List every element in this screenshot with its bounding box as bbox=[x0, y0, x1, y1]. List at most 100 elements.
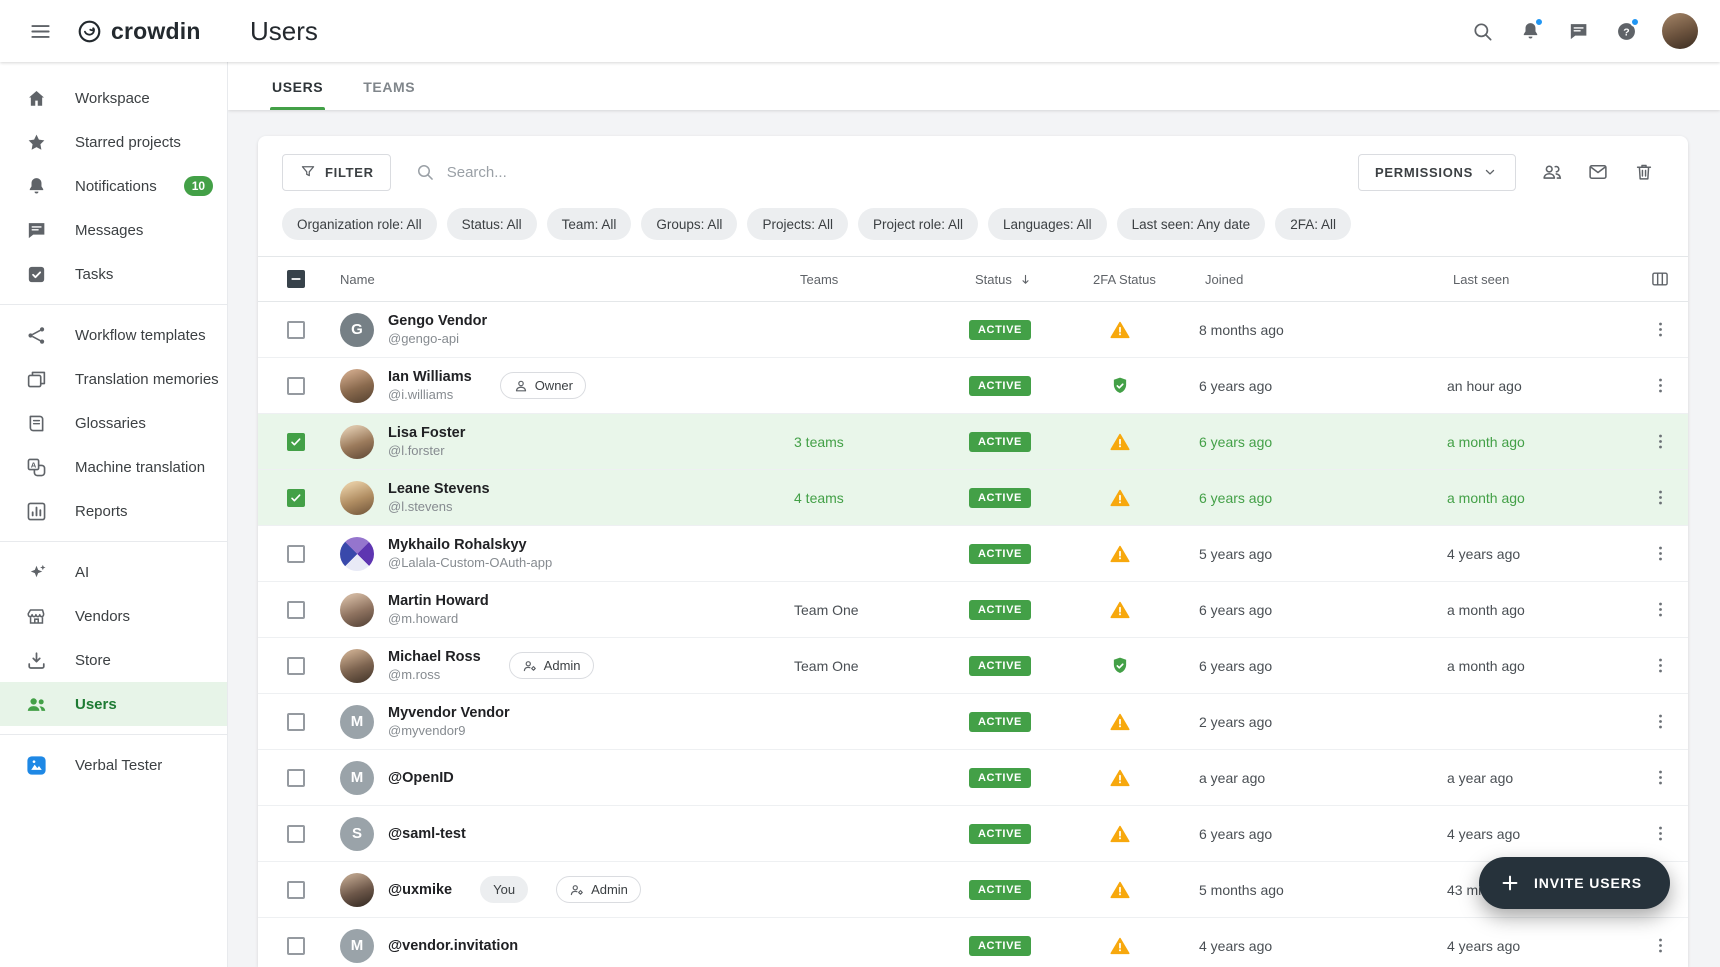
row-menu-icon[interactable] bbox=[1642, 928, 1678, 964]
sidebar-item-messages[interactable]: Messages bbox=[0, 208, 227, 252]
row-checkbox[interactable] bbox=[287, 489, 305, 507]
sidebar-item-workspace[interactable]: Workspace bbox=[0, 76, 227, 120]
sidebar-item-notifications[interactable]: Notifications10 bbox=[0, 164, 227, 208]
teams-cell[interactable]: Team One bbox=[794, 602, 969, 618]
table-row[interactable]: Michael Ross@m.rossAdmin Team One ACTIVE… bbox=[258, 638, 1688, 694]
column-header-joined[interactable]: Joined bbox=[1199, 272, 1447, 287]
invite-users-button[interactable]: INVITE USERS bbox=[1479, 857, 1670, 909]
row-menu-icon[interactable] bbox=[1642, 536, 1678, 572]
menu-icon[interactable] bbox=[20, 11, 60, 51]
row-menu-icon[interactable] bbox=[1642, 424, 1678, 460]
column-header-2fa[interactable]: 2FA Status bbox=[1087, 272, 1199, 287]
column-header-name[interactable]: Name bbox=[334, 272, 794, 287]
table-row[interactable]: @uxmikeYouAdmin ACTIVE 5 months ago 43 m… bbox=[258, 862, 1688, 918]
filter-chip-languages[interactable]: Languages: All bbox=[988, 208, 1107, 240]
filter-chip-status[interactable]: Status: All bbox=[447, 208, 537, 240]
help-icon[interactable] bbox=[1606, 11, 1646, 51]
row-menu-icon[interactable] bbox=[1642, 480, 1678, 516]
table-row[interactable]: GGengo Vendor@gengo-api ACTIVE 8 months … bbox=[258, 302, 1688, 358]
user-name[interactable]: Martin Howard bbox=[388, 593, 489, 609]
user-name[interactable]: Lisa Foster bbox=[388, 425, 465, 441]
filter-chip-last-seen[interactable]: Last seen: Any date bbox=[1117, 208, 1266, 240]
filter-button[interactable]: FILTER bbox=[282, 154, 391, 191]
row-checkbox[interactable] bbox=[287, 657, 305, 675]
sidebar-item-translation-memories[interactable]: Translation memories bbox=[0, 357, 227, 401]
row-checkbox[interactable] bbox=[287, 377, 305, 395]
search-icon[interactable] bbox=[1462, 11, 1502, 51]
column-header-status[interactable]: Status bbox=[969, 272, 1087, 287]
teams-cell[interactable]: Team One bbox=[794, 658, 969, 674]
notifications-bell-icon[interactable] bbox=[1510, 11, 1550, 51]
filter-chip-2fa[interactable]: 2FA: All bbox=[1275, 208, 1351, 240]
filter-chip-groups[interactable]: Groups: All bbox=[641, 208, 737, 240]
add-to-team-icon[interactable] bbox=[1532, 152, 1572, 192]
sidebar-item-starred-projects[interactable]: Starred projects bbox=[0, 120, 227, 164]
table-row[interactable]: M@OpenID ACTIVE a year ago a year ago bbox=[258, 750, 1688, 806]
table-row[interactable]: Lisa Foster@l.forster 3 teams ACTIVE 6 y… bbox=[258, 414, 1688, 470]
user-name[interactable]: @vendor.invitation bbox=[388, 938, 518, 954]
filter-chip-organization-role[interactable]: Organization role: All bbox=[282, 208, 437, 240]
table-row[interactable]: S@saml-test ACTIVE 6 years ago 4 years a… bbox=[258, 806, 1688, 862]
user-name[interactable]: @OpenID bbox=[388, 770, 454, 786]
filter-chip-projects[interactable]: Projects: All bbox=[747, 208, 848, 240]
sidebar-item-workflow-templates[interactable]: Workflow templates bbox=[0, 313, 227, 357]
sidebar-item-vendors[interactable]: Vendors bbox=[0, 594, 227, 638]
row-checkbox[interactable] bbox=[287, 545, 305, 563]
teams-cell[interactable]: 4 teams bbox=[794, 490, 969, 506]
column-header-teams[interactable]: Teams bbox=[794, 272, 969, 287]
row-checkbox[interactable] bbox=[287, 713, 305, 731]
delete-icon[interactable] bbox=[1624, 152, 1664, 192]
tab-users[interactable]: USERS bbox=[270, 79, 325, 110]
tab-teams[interactable]: TEAMS bbox=[361, 79, 417, 110]
table-row[interactable]: Leane Stevens@l.stevens 4 teams ACTIVE 6… bbox=[258, 470, 1688, 526]
sidebar-item-ai[interactable]: AI bbox=[0, 550, 227, 594]
table-row[interactable]: Mykhailo Rohalskyy@Lalala-Custom-OAuth-a… bbox=[258, 526, 1688, 582]
sidebar-item-verbal-tester[interactable]: Verbal Tester bbox=[0, 743, 227, 787]
row-menu-icon[interactable] bbox=[1642, 592, 1678, 628]
user-name[interactable]: Leane Stevens bbox=[388, 481, 490, 497]
select-all-checkbox[interactable] bbox=[287, 270, 305, 288]
row-menu-icon[interactable] bbox=[1642, 368, 1678, 404]
row-checkbox[interactable] bbox=[287, 601, 305, 619]
sidebar-item-machine-translation[interactable]: Machine translation bbox=[0, 445, 227, 489]
sidebar-item-reports[interactable]: Reports bbox=[0, 489, 227, 533]
user-name[interactable]: Mykhailo Rohalskyy bbox=[388, 537, 552, 553]
sidebar-item-store[interactable]: Store bbox=[0, 638, 227, 682]
user-name[interactable]: Gengo Vendor bbox=[388, 313, 487, 329]
crowdin-logo[interactable]: crowdin bbox=[76, 18, 201, 45]
table-row[interactable]: M@vendor.invitation ACTIVE 4 years ago 4… bbox=[258, 918, 1688, 967]
table-row[interactable]: MMyvendor Vendor@myvendor9 ACTIVE 2 year… bbox=[258, 694, 1688, 750]
row-menu-icon[interactable] bbox=[1642, 648, 1678, 684]
filter-chip-project-role[interactable]: Project role: All bbox=[858, 208, 978, 240]
user-name[interactable]: @saml-test bbox=[388, 826, 466, 842]
table-row[interactable]: Martin Howard@m.howard Team One ACTIVE 6… bbox=[258, 582, 1688, 638]
filter-chip-team[interactable]: Team: All bbox=[547, 208, 632, 240]
row-menu-icon[interactable] bbox=[1642, 816, 1678, 852]
row-menu-icon[interactable] bbox=[1642, 760, 1678, 796]
teams-cell[interactable]: 3 teams bbox=[794, 434, 969, 450]
user-name[interactable]: Myvendor Vendor bbox=[388, 705, 510, 721]
table-row[interactable]: Ian Williams@i.williamsOwner ACTIVE 6 ye… bbox=[258, 358, 1688, 414]
permissions-dropdown[interactable]: PERMISSIONS bbox=[1358, 154, 1516, 191]
sidebar-item-tasks[interactable]: Tasks bbox=[0, 252, 227, 296]
user-name[interactable]: Michael Ross bbox=[388, 649, 481, 665]
row-checkbox[interactable] bbox=[287, 769, 305, 787]
sidebar-item-glossaries[interactable]: Glossaries bbox=[0, 401, 227, 445]
row-menu-icon[interactable] bbox=[1642, 312, 1678, 348]
user-name[interactable]: @uxmike bbox=[388, 882, 452, 898]
ai-sparkle-icon bbox=[25, 561, 48, 584]
email-icon[interactable] bbox=[1578, 152, 1618, 192]
row-checkbox[interactable] bbox=[287, 321, 305, 339]
messages-icon[interactable] bbox=[1558, 11, 1598, 51]
profile-avatar[interactable] bbox=[1662, 13, 1698, 49]
column-header-last-seen[interactable]: Last seen bbox=[1447, 272, 1632, 287]
row-checkbox[interactable] bbox=[287, 937, 305, 955]
row-menu-icon[interactable] bbox=[1642, 704, 1678, 740]
row-checkbox[interactable] bbox=[287, 433, 305, 451]
search-input[interactable] bbox=[447, 164, 867, 181]
sidebar-item-users[interactable]: Users bbox=[0, 682, 227, 726]
row-checkbox[interactable] bbox=[287, 881, 305, 899]
row-checkbox[interactable] bbox=[287, 825, 305, 843]
user-name[interactable]: Ian Williams bbox=[388, 369, 472, 385]
table-columns-icon[interactable] bbox=[1640, 259, 1680, 299]
